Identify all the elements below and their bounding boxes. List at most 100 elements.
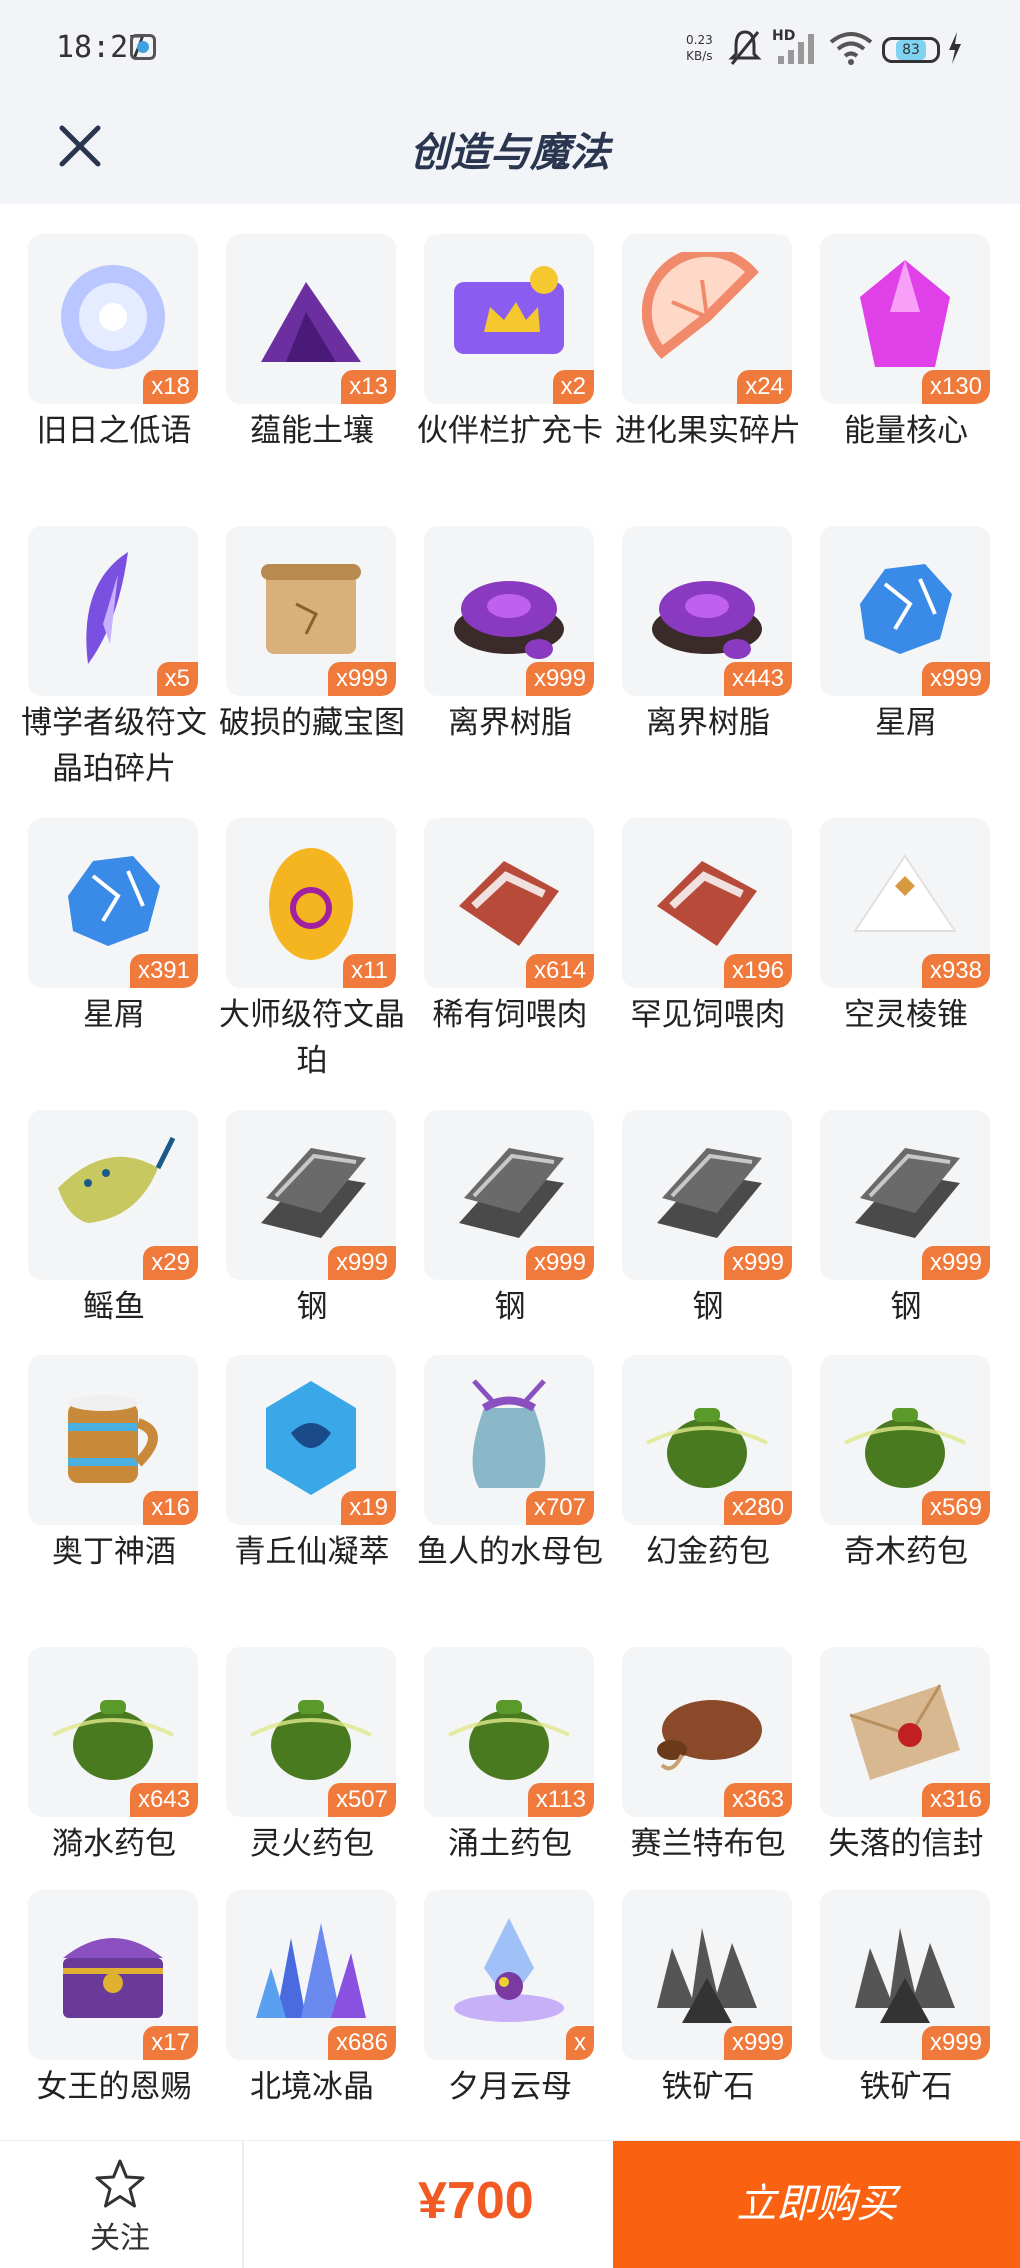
item-thumbnail: x507 (226, 1647, 396, 1817)
item-thumbnail: x18 (28, 234, 198, 404)
bottom-bar: 关注 ¥700 立即购买 (0, 2140, 1020, 2268)
net-speed-value: 0.23 (686, 33, 713, 47)
item-quantity-badge: x443 (723, 662, 792, 696)
mug-icon (68, 1395, 158, 1483)
item-quantity-badge: x (566, 2026, 594, 2060)
battery-level: 83 (896, 40, 926, 60)
gem-icon (266, 1381, 356, 1495)
item-thumbnail: x29 (28, 1110, 198, 1280)
meat-icon (459, 861, 559, 946)
item-quantity-badge: x999 (525, 662, 594, 696)
steel-icon (657, 1148, 762, 1238)
item-thumbnail: x (424, 1890, 594, 2060)
item-quantity-badge: x19 (341, 1491, 396, 1525)
item-name: 鱼人的水母包 (417, 1534, 603, 1570)
item-name: 蕴能土壤 (250, 413, 374, 449)
item-name: 失落的信封 (828, 1826, 984, 1862)
leather-bag-icon (657, 1700, 762, 1771)
item-thumbnail: x280 (622, 1355, 792, 1525)
item-thumbnail: x999 (820, 1110, 990, 1280)
card-icon (454, 266, 564, 354)
fruit-icon (642, 252, 759, 359)
herb-pouch-icon (844, 1408, 966, 1488)
item-thumbnail: x614 (424, 818, 594, 988)
title-bar: 创造与魔法 (0, 100, 1020, 204)
item-quantity-badge: x13 (341, 370, 396, 404)
herb-pouch-icon (52, 1700, 174, 1780)
item-quantity-badge: x18 (143, 370, 198, 404)
item-thumbnail: x999 (226, 1110, 396, 1280)
item-name: 钢 (494, 1289, 526, 1325)
item-name: 鳐鱼 (83, 1289, 145, 1325)
item-name: 赛兰特布包 (630, 1826, 786, 1862)
net-speed: 0.23 KB/s (686, 32, 713, 64)
divider (242, 2141, 244, 2268)
ice-crystal-icon (256, 1923, 366, 2018)
follow-button[interactable]: 关注 (40, 2157, 200, 2257)
herb-pouch-icon (646, 1408, 768, 1488)
item-thumbnail: x13 (226, 234, 396, 404)
resin-icon (652, 581, 762, 659)
iron-ore-icon (657, 1928, 757, 2023)
signal-icon (778, 34, 814, 64)
item-quantity-badge: x643 (129, 1783, 198, 1817)
chest-icon (63, 1938, 163, 2018)
item-thumbnail: x999 (622, 1110, 792, 1280)
item-thumbnail: x999 (622, 1890, 792, 2060)
item-quantity-badge: x999 (327, 662, 396, 696)
item-name: 破损的藏宝图 (219, 705, 405, 741)
item-quantity-badge: x999 (525, 1246, 594, 1280)
crystal-icon (860, 260, 950, 367)
item-thumbnail: x686 (226, 1890, 396, 2060)
item-thumbnail: x16 (28, 1355, 198, 1525)
item-name: 钢 (692, 1289, 724, 1325)
item-thumbnail: x569 (820, 1355, 990, 1525)
mica-icon (454, 1918, 564, 2022)
item-quantity-badge: x363 (723, 1783, 792, 1817)
item-name: 能量核心 (844, 413, 968, 449)
item-name: 稀有饲喂肉 (432, 997, 588, 1033)
item-quantity-badge: x569 (921, 1491, 990, 1525)
mute-bell-icon (728, 30, 762, 65)
item-quantity-badge: x17 (143, 2026, 198, 2060)
item-name: 大师级符文晶珀 (219, 997, 405, 1079)
item-name: 夕月云母 (448, 2069, 572, 2105)
amber-icon (269, 848, 353, 960)
item-name: 奇木药包 (844, 1534, 968, 1570)
item-quantity-badge: x5 (156, 662, 198, 696)
item-name: 漪水药包 (52, 1826, 176, 1862)
item-thumbnail: x999 (820, 526, 990, 696)
item-quantity-badge: x196 (723, 954, 792, 988)
item-thumbnail: x999 (820, 1890, 990, 2060)
item-name: 伙伴栏扩充卡 (417, 413, 603, 449)
item-name: 女王的恩赐 (36, 2069, 192, 2105)
item-quantity-badge: x280 (723, 1491, 792, 1525)
item-quantity-badge: x113 (527, 1783, 594, 1817)
item-name: 铁矿石 (859, 2069, 953, 2105)
stardust-icon (860, 564, 952, 654)
wifi-icon (829, 32, 873, 65)
item-quantity-badge: x11 (343, 954, 396, 988)
item-name: 涌土药包 (448, 1826, 572, 1862)
item-name: 幻金药包 (646, 1534, 770, 1570)
item-quantity-badge: x507 (327, 1783, 396, 1817)
item-quantity-badge: x29 (143, 1246, 198, 1280)
status-bar: 18:27 0.23 KB/s HD 83 (0, 0, 1020, 100)
item-thumbnail: x999 (424, 526, 594, 696)
stardust-icon (68, 856, 160, 946)
item-quantity-badge: x999 (921, 1246, 990, 1280)
item-quantity-badge: x316 (921, 1783, 990, 1817)
item-name: 北境冰晶 (250, 2069, 374, 2105)
shard-icon (86, 552, 128, 664)
item-quantity-badge: x938 (921, 954, 990, 988)
buy-now-button[interactable]: 立即购买 (613, 2141, 1020, 2268)
item-thumbnail: x643 (28, 1647, 198, 1817)
item-name: 空灵棱锥 (844, 997, 968, 1033)
item-thumbnail: x999 (424, 1110, 594, 1280)
meat-icon (657, 861, 757, 946)
item-quantity-badge: x999 (921, 2026, 990, 2060)
resin-icon (454, 581, 564, 659)
item-name: 铁矿石 (661, 2069, 755, 2105)
item-thumbnail: x363 (622, 1647, 792, 1817)
item-quantity-badge: x999 (921, 662, 990, 696)
